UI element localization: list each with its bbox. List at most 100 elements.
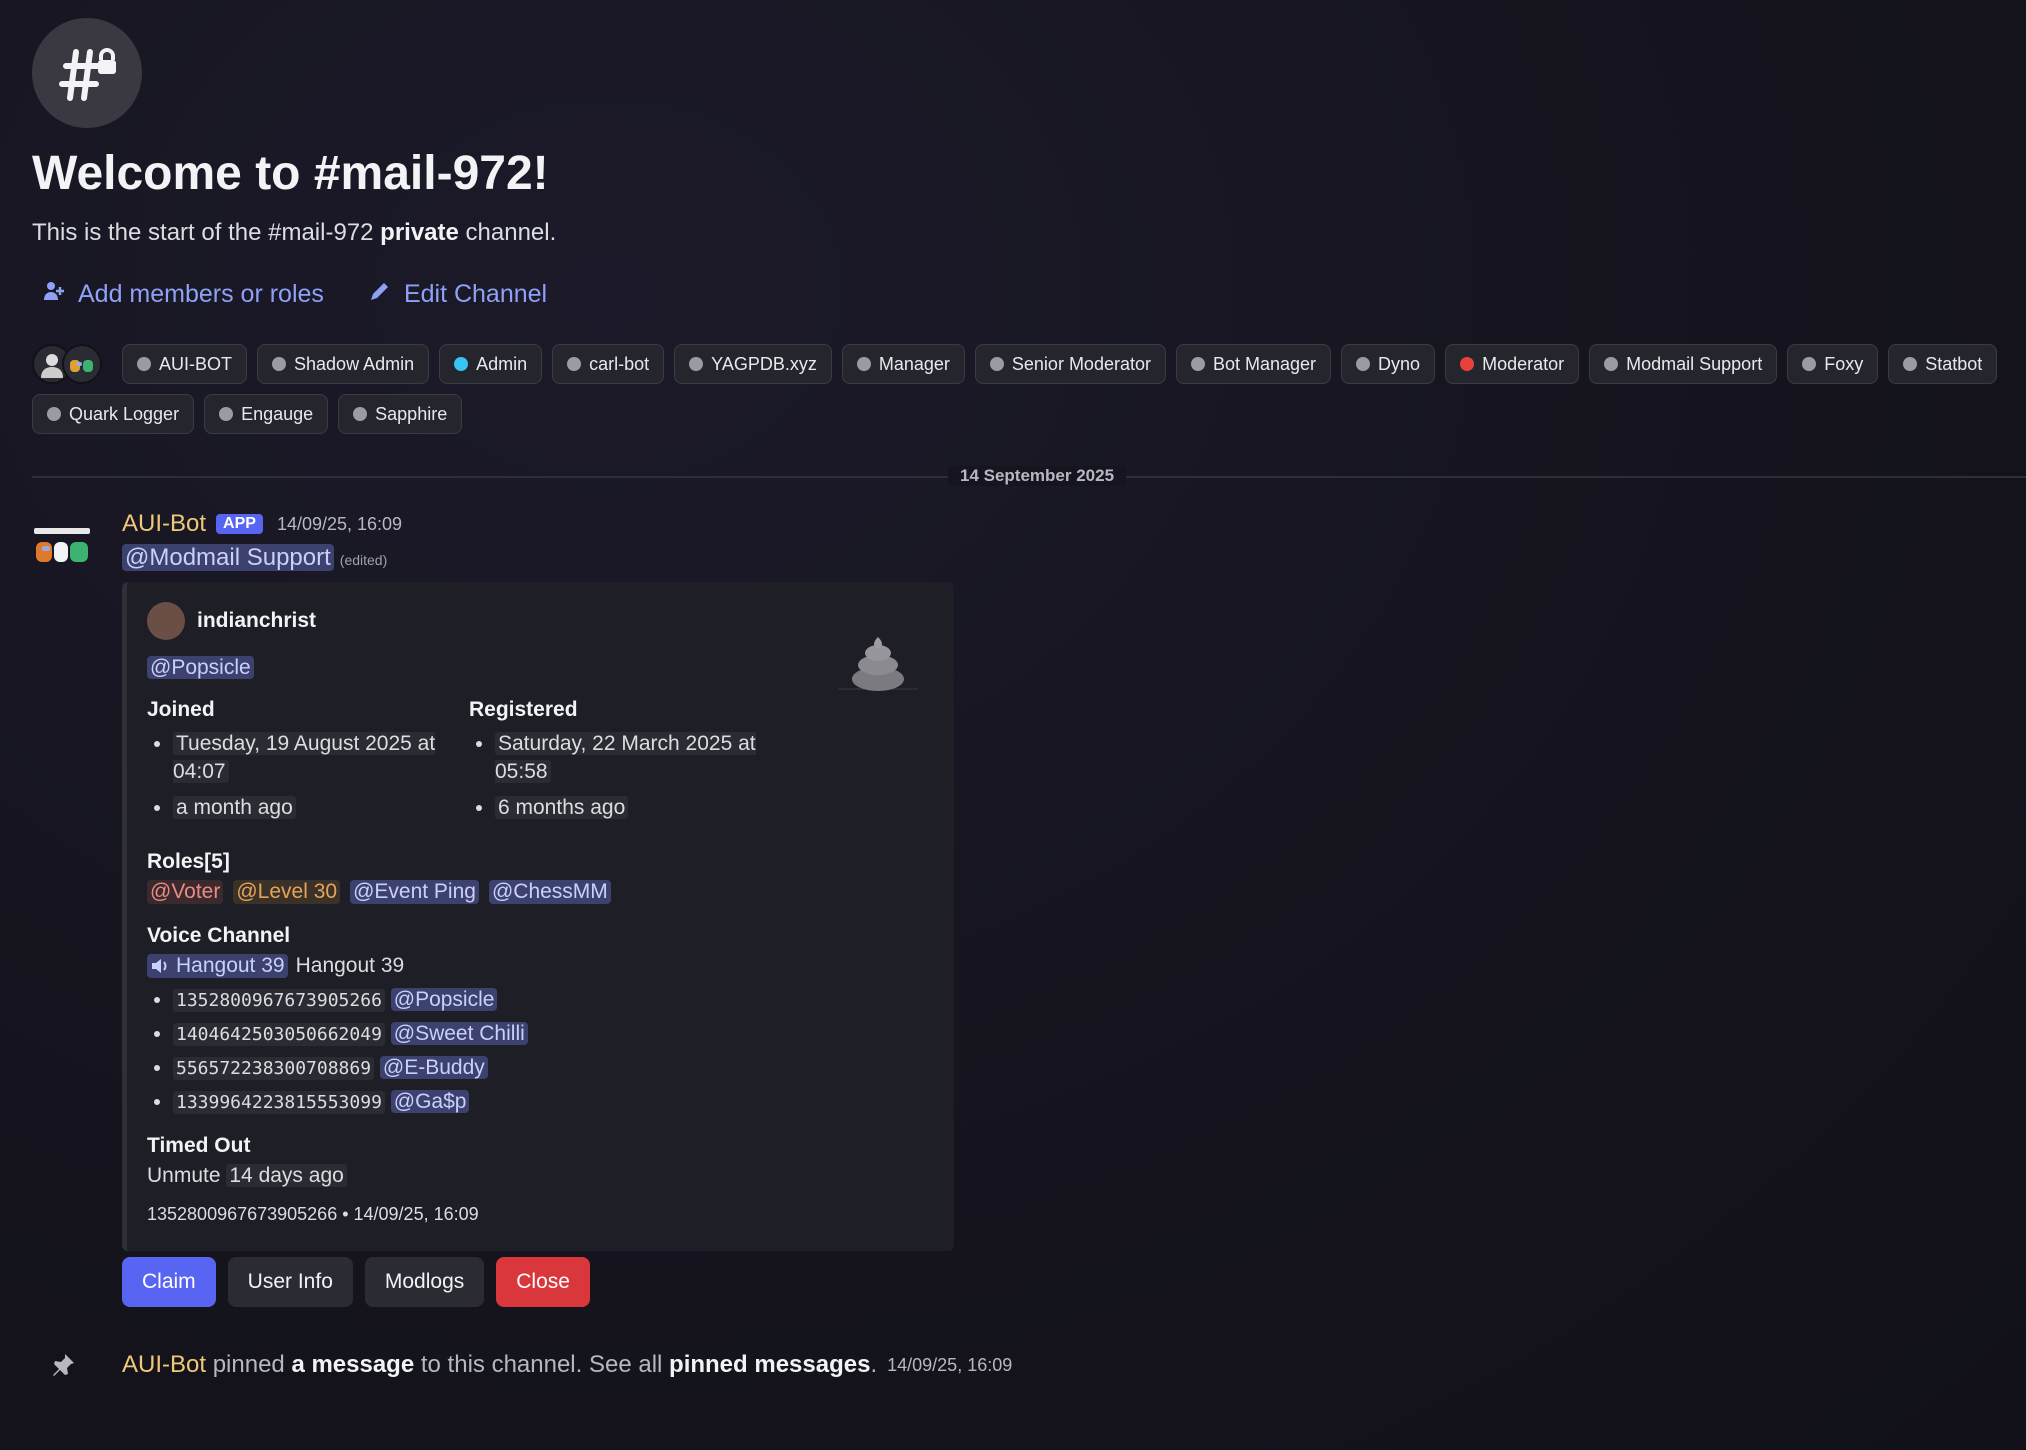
- embed-author-avatar: [147, 602, 185, 640]
- welcome-title: Welcome to #mail-972!: [32, 147, 549, 200]
- message-author[interactable]: AUI-Bot: [122, 510, 206, 538]
- edit-channel-label: Edit Channel: [403, 280, 548, 308]
- role-mention-chessmm[interactable]: @ChessMM: [488, 880, 611, 904]
- role-mention-event-ping[interactable]: @Event Ping: [350, 880, 479, 904]
- joined-relative: a month ago: [173, 796, 296, 819]
- member-mention[interactable]: @Popsicle: [390, 988, 498, 1011]
- message-timestamp[interactable]: 14/09/25, 16:09: [277, 514, 402, 535]
- system-author[interactable]: AUI-Bot: [122, 1351, 206, 1379]
- welcome-subtitle: This is the start of the #mail-972 priva…: [32, 219, 2026, 247]
- role-chip-label: Foxy: [1824, 353, 1864, 374]
- role-color-dot: [1460, 357, 1475, 371]
- role-chip[interactable]: Modmail Support: [1589, 344, 1778, 384]
- role-chip[interactable]: Sapphire: [338, 394, 463, 434]
- role-chip-label: Senior Moderator: [1011, 353, 1151, 374]
- role-chip[interactable]: Foxy: [1787, 344, 1879, 384]
- member-mention[interactable]: @E-Buddy: [379, 1056, 488, 1079]
- role-chip-label: YAGPDB.xyz: [711, 353, 817, 374]
- joined-label: Joined: [147, 698, 215, 721]
- channel-actions: Add members or roles Edit Channel: [32, 275, 2026, 314]
- bot-avatar[interactable]: [32, 516, 94, 578]
- role-color-dot: [989, 357, 1004, 371]
- role-chip-label: Statbot: [1925, 353, 1983, 374]
- claim-button[interactable]: Claim: [122, 1257, 216, 1307]
- role-mention[interactable]: @Modmail Support: [122, 544, 334, 571]
- role-chip-label: AUI-BOT: [159, 353, 233, 374]
- role-chip[interactable]: Engauge: [204, 394, 329, 434]
- role-chip[interactable]: Admin: [439, 344, 543, 384]
- pinned-messages-link[interactable]: pinned messages: [669, 1351, 870, 1379]
- user-info-button[interactable]: User Info: [227, 1257, 353, 1307]
- role-color-dot: [856, 357, 871, 371]
- system-text-3: .: [870, 1351, 878, 1378]
- timed-out-label: Timed Out: [147, 1134, 251, 1157]
- member-id: 1339964223815553099: [173, 1091, 385, 1114]
- voice-channel-text: Hangout 39: [295, 954, 405, 977]
- role-color-dot: [1802, 357, 1817, 371]
- system-text-2: to this channel. See all: [414, 1351, 670, 1378]
- embed-thumbnail[interactable]: [828, 622, 928, 702]
- date-divider-label: 14 September 2025: [948, 466, 1127, 486]
- role-chip[interactable]: Moderator: [1445, 344, 1580, 384]
- date-divider: 14 September 2025: [32, 466, 2026, 486]
- voice-member: 1404642503050662049 @Sweet Chilli: [173, 1022, 932, 1046]
- embed-mention-line: @Popsicle: [147, 656, 932, 680]
- roles-field: Roles[5] @Voter @Level 30 @Event Ping @C…: [147, 850, 932, 904]
- role-color-dot: [567, 357, 582, 371]
- role-chip-label: Sapphire: [375, 403, 448, 424]
- member-mention[interactable]: @Ga$p: [390, 1090, 470, 1113]
- role-chip-label: Dyno: [1378, 353, 1421, 374]
- speaker-icon: [152, 959, 167, 973]
- role-chip-label: carl-bot: [589, 353, 650, 374]
- modlogs-button[interactable]: Modlogs: [364, 1257, 485, 1307]
- role-chip[interactable]: Manager: [841, 344, 965, 384]
- role-chip[interactable]: Dyno: [1341, 344, 1436, 384]
- roles-list: @Voter @Level 30 @Event Ping @ChessMM: [147, 880, 932, 904]
- registered-relative: 6 months ago: [495, 796, 629, 819]
- role-color-dot: [1356, 357, 1371, 371]
- role-color-dot: [1903, 357, 1918, 371]
- subtitle-text-end: channel.: [458, 219, 557, 246]
- role-chip[interactable]: Bot Manager: [1175, 344, 1332, 384]
- role-chip[interactable]: Quark Logger: [32, 394, 195, 434]
- channel-welcome: Welcome to #mail-972! This is the start …: [32, 18, 2026, 1379]
- channel-members-roles: AUI-BOT Shadow Admin Admin carl-bot YAGPDB.x…: [32, 344, 2012, 434]
- voice-channel-mention[interactable]: Hangout 39: [147, 954, 288, 978]
- embed-fields: Joined Tuesday, 19 August 2025 at 04:07 …: [147, 698, 932, 830]
- role-chip[interactable]: Senior Moderator: [974, 344, 1166, 384]
- subtitle-bold: private: [380, 219, 459, 246]
- role-chip-label: Modmail Support: [1626, 353, 1763, 374]
- among-us-avatar: [62, 344, 102, 384]
- message-buttons: Claim User Info Modlogs Close: [122, 1257, 2026, 1307]
- member-id: 1352800967673905266: [173, 989, 385, 1012]
- role-mention-level[interactable]: @Level 30: [233, 880, 341, 904]
- embed-author-name: indianchrist: [197, 609, 317, 632]
- system-timestamp[interactable]: 14/09/25, 16:09: [887, 1355, 1012, 1376]
- system-text: pinned: [206, 1351, 292, 1378]
- pinned-message-link[interactable]: a message: [291, 1351, 414, 1379]
- role-chip[interactable]: carl-bot: [552, 344, 665, 384]
- role-mention-voter[interactable]: @Voter: [147, 880, 224, 904]
- role-color-dot: [454, 357, 469, 371]
- user-info-embed: indianchrist @Popsicle Joined • Tuesday,…: [122, 582, 954, 1251]
- role-chip[interactable]: Shadow Admin: [257, 344, 430, 384]
- role-chip[interactable]: AUI-BOT: [122, 344, 248, 384]
- role-color-dot: [1190, 357, 1205, 371]
- edit-channel-button[interactable]: Edit Channel: [358, 275, 547, 314]
- add-members-icon: [42, 279, 66, 310]
- role-color-dot: [353, 407, 368, 421]
- member-mention[interactable]: @Sweet Chilli: [390, 1022, 528, 1045]
- role-color-dot: [1604, 357, 1619, 371]
- user-mention[interactable]: @Popsicle: [147, 656, 254, 679]
- private-channel-hash-icon: [32, 18, 142, 128]
- role-chip[interactable]: Statbot: [1888, 344, 1998, 384]
- timed-out-field: Timed Out Unmute 14 days ago: [147, 1134, 932, 1188]
- role-chip[interactable]: YAGPDB.xyz: [674, 344, 832, 384]
- close-button[interactable]: Close: [496, 1257, 590, 1307]
- add-members-button[interactable]: Add members or roles: [32, 275, 324, 314]
- member-id: 1404642503050662049: [173, 1023, 385, 1046]
- member-avatars[interactable]: [32, 344, 102, 384]
- voice-member: 1352800967673905266 @Popsicle: [173, 988, 932, 1012]
- voice-member: 1339964223815553099 @Ga$p: [173, 1090, 932, 1114]
- member-id: 556572238300708869: [173, 1057, 375, 1080]
